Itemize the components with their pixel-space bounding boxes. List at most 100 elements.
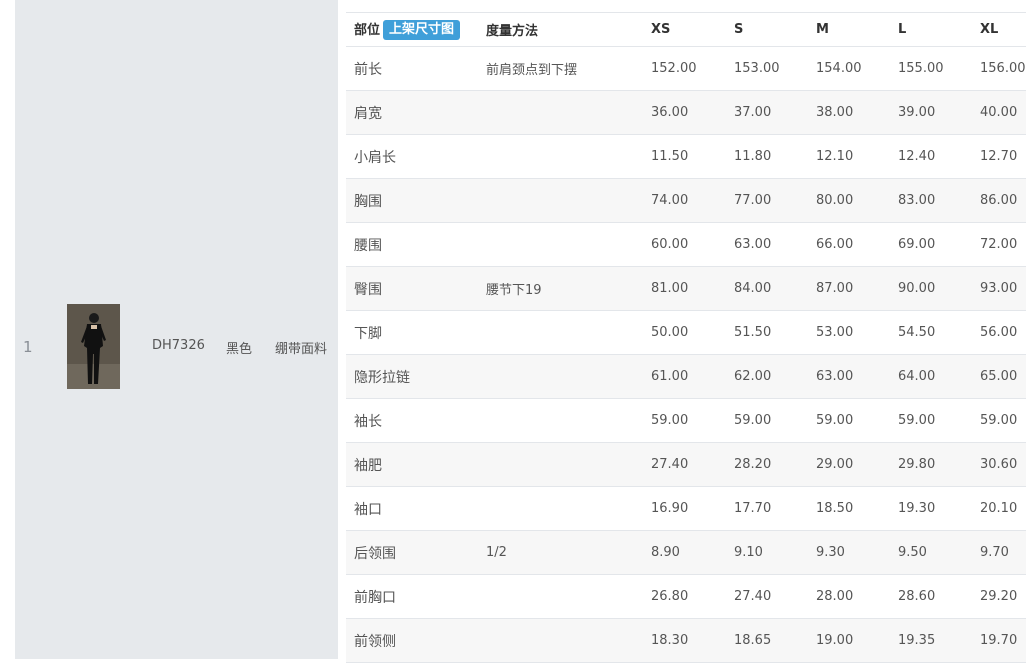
method-cell — [478, 575, 643, 619]
part-cell: 袖肥 — [354, 457, 382, 474]
part-cell: 胸围 — [354, 193, 382, 210]
part-cell: 小肩长 — [354, 149, 396, 166]
product-row-panel — [15, 0, 338, 659]
method-cell: 1/2 — [486, 545, 507, 560]
table-row: 袖口 16.90 17.70 18.50 19.30 20.10 — [346, 487, 1026, 531]
part-cell: 下脚 — [354, 325, 382, 342]
table-row: 前胸口 26.80 27.40 28.00 28.60 29.20 — [346, 575, 1026, 619]
table-row: 后领围 1/2 8.90 9.10 9.30 9.50 9.70 — [346, 530, 1026, 575]
size-value-cell: 8.90 — [651, 545, 680, 560]
size-value-cell: 9.50 — [898, 545, 927, 560]
size-value-cell: 155.00 — [898, 61, 944, 76]
size-value-cell: 66.00 — [816, 237, 854, 252]
size-table-header-row: 部位 上架尺寸图 度量方法 XS S M L XL — [346, 12, 1026, 47]
size-value-cell: 39.00 — [898, 105, 936, 120]
size-value-cell: 9.10 — [734, 545, 763, 560]
size-value-cell: 28.00 — [816, 589, 854, 604]
part-cell: 前领侧 — [354, 633, 396, 650]
table-row: 下脚 50.00 51.50 53.00 54.50 56.00 — [346, 311, 1026, 355]
size-header-m: M — [808, 12, 890, 47]
size-value-cell: 72.00 — [980, 237, 1018, 252]
size-value-cell: 59.00 — [980, 413, 1018, 428]
size-value-cell: 54.50 — [898, 325, 936, 340]
part-cell: 前胸口 — [354, 589, 396, 606]
part-column-header: 部位 上架尺寸图 — [346, 12, 478, 47]
size-value-cell: 30.60 — [980, 457, 1018, 472]
size-value-cell: 17.70 — [734, 501, 772, 516]
size-value-cell: 28.60 — [898, 589, 936, 604]
method-column-header: 度量方法 — [478, 12, 643, 47]
fabric-name: 绷带面料 — [275, 342, 328, 357]
size-value-cell: 18.50 — [816, 501, 854, 516]
size-header-s: S — [726, 12, 808, 47]
size-value-cell: 11.50 — [651, 149, 689, 164]
size-value-cell: 62.00 — [734, 369, 772, 384]
method-cell: 腰节下19 — [486, 283, 542, 298]
size-value-cell: 20.10 — [980, 501, 1018, 516]
size-value-cell: 77.00 — [734, 193, 772, 208]
method-cell — [478, 311, 643, 355]
method-cell — [478, 355, 643, 399]
part-cell: 前长 — [354, 61, 382, 78]
size-value-cell: 81.00 — [651, 281, 689, 296]
size-value-cell: 87.00 — [816, 281, 854, 296]
size-value-cell: 154.00 — [816, 61, 862, 76]
table-row: 袖肥 27.40 28.20 29.00 29.80 30.60 — [346, 442, 1026, 487]
size-value-cell: 36.00 — [651, 105, 689, 120]
size-value-cell: 28.20 — [734, 457, 772, 472]
method-cell — [478, 443, 643, 487]
method-cell — [478, 487, 643, 531]
part-cell: 袖长 — [354, 413, 382, 430]
size-value-cell: 156.00 — [980, 61, 1026, 76]
size-value-cell: 74.00 — [651, 193, 689, 208]
size-value-cell: 51.50 — [734, 325, 772, 340]
size-value-cell: 19.70 — [980, 633, 1018, 648]
size-value-cell: 12.40 — [898, 149, 936, 164]
table-row: 袖长 59.00 59.00 59.00 59.00 59.00 — [346, 399, 1026, 443]
table-row: 胸围 74.00 77.00 80.00 83.00 86.00 — [346, 178, 1026, 223]
part-cell: 后领围 — [354, 545, 396, 562]
size-value-cell: 18.65 — [734, 633, 772, 648]
table-row: 前长 前肩颈点到下摆 152.00 153.00 154.00 155.00 156.00 — [346, 47, 1026, 91]
size-value-cell: 50.00 — [651, 325, 689, 340]
part-header-label: 部位 — [354, 22, 381, 38]
size-value-cell: 59.00 — [816, 413, 854, 428]
part-cell: 袖口 — [354, 501, 382, 518]
size-value-cell: 59.00 — [898, 413, 936, 428]
table-row: 小肩长 11.50 11.80 12.10 12.40 12.70 — [346, 135, 1026, 179]
method-cell: 前肩颈点到下摆 — [486, 63, 578, 78]
part-cell: 臀围 — [354, 281, 382, 298]
table-row: 前领侧 18.30 18.65 19.00 19.35 19.70 — [346, 618, 1026, 663]
size-value-cell: 63.00 — [816, 369, 854, 384]
size-value-cell: 9.30 — [816, 545, 845, 560]
size-value-cell: 59.00 — [734, 413, 772, 428]
size-value-cell: 86.00 — [980, 193, 1018, 208]
size-value-cell: 59.00 — [651, 413, 689, 428]
method-cell — [478, 179, 643, 223]
product-thumbnail[interactable] — [67, 304, 120, 389]
size-value-cell: 26.80 — [651, 589, 689, 604]
table-row: 腰围 60.00 63.00 66.00 69.00 72.00 — [346, 223, 1026, 267]
size-value-cell: 38.00 — [816, 105, 854, 120]
size-table-body: 前长 前肩颈点到下摆 152.00 153.00 154.00 155.00 156.00 肩… — [346, 47, 1026, 663]
size-value-cell: 11.80 — [734, 149, 772, 164]
size-value-cell: 69.00 — [898, 237, 936, 252]
size-value-cell: 53.00 — [816, 325, 854, 340]
part-cell: 隐形拉链 — [354, 369, 410, 386]
size-value-cell: 61.00 — [651, 369, 689, 384]
table-row: 臀围 腰节下19 81.00 84.00 87.00 90.00 93.00 — [346, 266, 1026, 311]
listing-size-chart-badge[interactable]: 上架尺寸图 — [383, 20, 461, 41]
size-chart-table: 部位 上架尺寸图 度量方法 XS S M L XL 前长 前肩颈点到下摆 152.00… — [346, 12, 1026, 663]
method-cell — [478, 135, 643, 179]
size-value-cell: 12.10 — [816, 149, 854, 164]
size-value-cell: 83.00 — [898, 193, 936, 208]
size-value-cell: 27.40 — [651, 457, 689, 472]
size-value-cell: 93.00 — [980, 281, 1018, 296]
size-value-cell: 37.00 — [734, 105, 772, 120]
size-header-xs: XS — [643, 12, 726, 47]
style-code: DH7326 — [152, 338, 205, 353]
size-value-cell: 19.00 — [816, 633, 854, 648]
size-value-cell: 63.00 — [734, 237, 772, 252]
size-value-cell: 40.00 — [980, 105, 1018, 120]
size-header-xl: XL — [972, 12, 1026, 47]
